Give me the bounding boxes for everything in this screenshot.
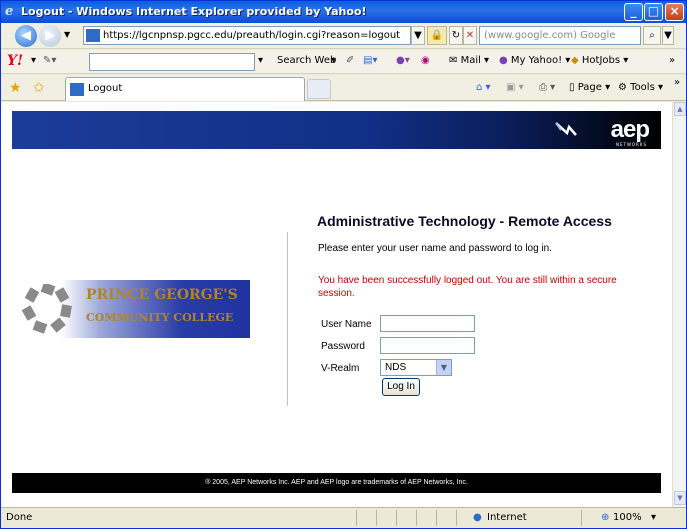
my-yahoo-button[interactable]: ● My Yahoo! ▾ bbox=[499, 55, 570, 66]
back-button[interactable]: ◀ bbox=[15, 25, 37, 47]
lock-icon[interactable]: 🔒 bbox=[427, 26, 447, 45]
aep-mark-icon bbox=[555, 122, 577, 136]
zoom-level[interactable]: 100% bbox=[613, 512, 642, 523]
new-tab-button[interactable] bbox=[307, 79, 331, 99]
status-separator bbox=[416, 510, 417, 526]
hotjobs-button[interactable]: ◆ HotJobs ▾ bbox=[571, 55, 628, 66]
login-prompt: Please enter your user name and password… bbox=[318, 243, 553, 254]
my-yahoo-label: My Yahoo! bbox=[510, 55, 563, 66]
scroll-down-icon[interactable]: ▼ bbox=[674, 491, 686, 505]
yahoo-search-input[interactable] bbox=[89, 53, 255, 71]
yahoo-logo-icon[interactable]: Y! bbox=[7, 53, 23, 69]
zoom-dropdown-icon[interactable]: ▾ bbox=[651, 512, 656, 523]
tools-menu-label: Tools bbox=[630, 82, 655, 93]
pencil-icon[interactable]: ✎▾ bbox=[43, 55, 56, 66]
scroll-up-icon[interactable]: ▲ bbox=[674, 102, 686, 116]
feeds-icon[interactable]: ▣ ▾ bbox=[506, 82, 524, 93]
college-name-line2: COMMUNITY COLLEGE bbox=[86, 311, 234, 324]
security-zone-label[interactable]: Internet bbox=[487, 512, 527, 523]
stop-icon[interactable]: ✕ bbox=[463, 26, 477, 45]
browser-window: e Logout - Windows Internet Explorer pro… bbox=[0, 0, 687, 529]
search-field[interactable]: (www.google.com) Google bbox=[479, 26, 641, 45]
print-icon[interactable]: ⎙ ▾ bbox=[539, 82, 555, 93]
search-web-dropdown-icon[interactable]: ▾ bbox=[331, 55, 336, 66]
address-dropdown-button[interactable]: ▼ bbox=[411, 26, 425, 45]
chevron-down-icon[interactable]: ▼ bbox=[436, 360, 451, 375]
vertical-scrollbar[interactable]: ▲ ▼ bbox=[672, 102, 686, 507]
maximize-button[interactable]: □ bbox=[644, 3, 663, 21]
favorites-star-icon[interactable]: ★ bbox=[9, 80, 22, 96]
title-bar: e Logout - Windows Internet Explorer pro… bbox=[1, 1, 686, 23]
page-content: aep NETWORKS PRINCE GEORGE'S COMMUNITY C… bbox=[1, 102, 672, 507]
status-separator bbox=[356, 510, 357, 526]
search-web-button[interactable]: Search Web bbox=[277, 55, 336, 66]
internet-zone-icon: ● bbox=[473, 512, 482, 523]
tab-bar: ★ ✩ Logout ⌂ ▾ ▣ ▾ ⎙ ▾ ▯ Page ▾ ⚙ Tools … bbox=[1, 75, 686, 101]
yahoo-search-dropdown-icon[interactable]: ▾ bbox=[258, 55, 263, 66]
college-name-line1: PRINCE GEORGE'S bbox=[86, 287, 238, 303]
yahoo-toolbar: Y! ▾ ✎▾ ▾ Search Web ▾ ✐ ▤▾ ●▾ ◉ ✉ Mail … bbox=[1, 50, 686, 74]
college-emblem-icon bbox=[21, 284, 72, 334]
yahoo-menu-dropdown-icon[interactable]: ▾ bbox=[31, 55, 36, 66]
page-title: Administrative Technology - Remote Acces… bbox=[317, 213, 612, 229]
home-icon[interactable]: ⌂ ▾ bbox=[476, 82, 491, 93]
tools-menu-button[interactable]: ⚙ Tools ▾ bbox=[618, 82, 663, 93]
tab-logout[interactable]: Logout bbox=[65, 77, 305, 101]
status-text: Done bbox=[6, 512, 33, 523]
tab-favicon-icon bbox=[70, 83, 84, 96]
status-separator bbox=[581, 510, 582, 526]
address-field[interactable]: https://lgcnpnsp.pgcc.edu/preauth/login.… bbox=[83, 26, 411, 45]
logout-message: You have been successfully logged out. Y… bbox=[318, 275, 617, 299]
search-placeholder: (www.google.com) Google bbox=[484, 30, 616, 41]
toolbar-layout-icon[interactable]: ▤▾ bbox=[363, 55, 377, 66]
command-overflow-icon[interactable]: » bbox=[674, 77, 680, 88]
ie-icon: e bbox=[5, 4, 14, 19]
status-separator bbox=[436, 510, 437, 526]
login-button[interactable]: Log In bbox=[382, 378, 420, 396]
status-separator bbox=[456, 510, 457, 526]
status-separator bbox=[376, 510, 377, 526]
user-name-input[interactable] bbox=[380, 315, 475, 332]
mail-button[interactable]: ✉ Mail ▾ bbox=[449, 55, 489, 66]
aep-logo: aep bbox=[610, 116, 650, 143]
page-menu-button[interactable]: ▯ Page ▾ bbox=[569, 82, 610, 93]
tab-label: Logout bbox=[88, 83, 123, 94]
add-favorites-icon[interactable]: ✩ bbox=[33, 80, 45, 96]
aep-networks-text: NETWORKS bbox=[615, 142, 647, 147]
highlight-icon[interactable]: ✐ bbox=[346, 55, 354, 66]
vrealm-select[interactable]: NDS ▼ bbox=[380, 359, 452, 376]
page-footer: ® 2005, AEP Networks Inc. AEP and AEP lo… bbox=[12, 473, 661, 493]
close-button[interactable]: × bbox=[665, 3, 684, 21]
site-favicon-icon bbox=[86, 29, 100, 42]
forward-button[interactable]: ▶ bbox=[39, 25, 61, 47]
status-bar: Done ● Internet ⊕ 100% ▾ bbox=[1, 507, 686, 528]
address-toolbar: ◀ ▶ ▼ https://lgcnpnsp.pgcc.edu/preauth/… bbox=[1, 23, 686, 49]
address-url: https://lgcnpnsp.pgcc.edu/preauth/login.… bbox=[103, 30, 401, 41]
search-icon[interactable]: ⌕ bbox=[643, 26, 661, 45]
search-options-dropdown-icon[interactable]: ▼ bbox=[662, 26, 674, 45]
zoom-icon: ⊕ bbox=[601, 512, 610, 523]
yahoo-services-icon[interactable]: ●▾ bbox=[396, 55, 410, 66]
vrealm-label: V-Realm bbox=[321, 363, 360, 374]
password-input[interactable] bbox=[380, 337, 475, 354]
window-title: Logout - Windows Internet Explorer provi… bbox=[21, 5, 367, 18]
vrealm-selected-value: NDS bbox=[385, 362, 407, 373]
vertical-divider bbox=[287, 232, 288, 406]
mail-label: Mail bbox=[460, 55, 481, 66]
user-name-label: User Name bbox=[321, 319, 372, 330]
anti-spy-icon[interactable]: ◉ bbox=[421, 55, 430, 66]
page-menu-label: Page bbox=[577, 82, 602, 93]
hotjobs-label: HotJobs bbox=[581, 55, 621, 66]
my-yahoo-icon: ● bbox=[499, 55, 508, 66]
minimize-button[interactable]: _ bbox=[624, 3, 643, 21]
college-logo: PRINCE GEORGE'S COMMUNITY COLLEGE bbox=[20, 280, 250, 338]
recent-pages-dropdown-icon[interactable]: ▼ bbox=[64, 30, 70, 39]
refresh-icon[interactable]: ↻ bbox=[449, 26, 463, 45]
toolbar-overflow-icon[interactable]: » bbox=[669, 55, 675, 66]
password-label: Password bbox=[321, 341, 365, 352]
status-separator bbox=[396, 510, 397, 526]
aep-banner: aep NETWORKS bbox=[12, 111, 661, 149]
hotjobs-icon: ◆ bbox=[571, 55, 579, 66]
